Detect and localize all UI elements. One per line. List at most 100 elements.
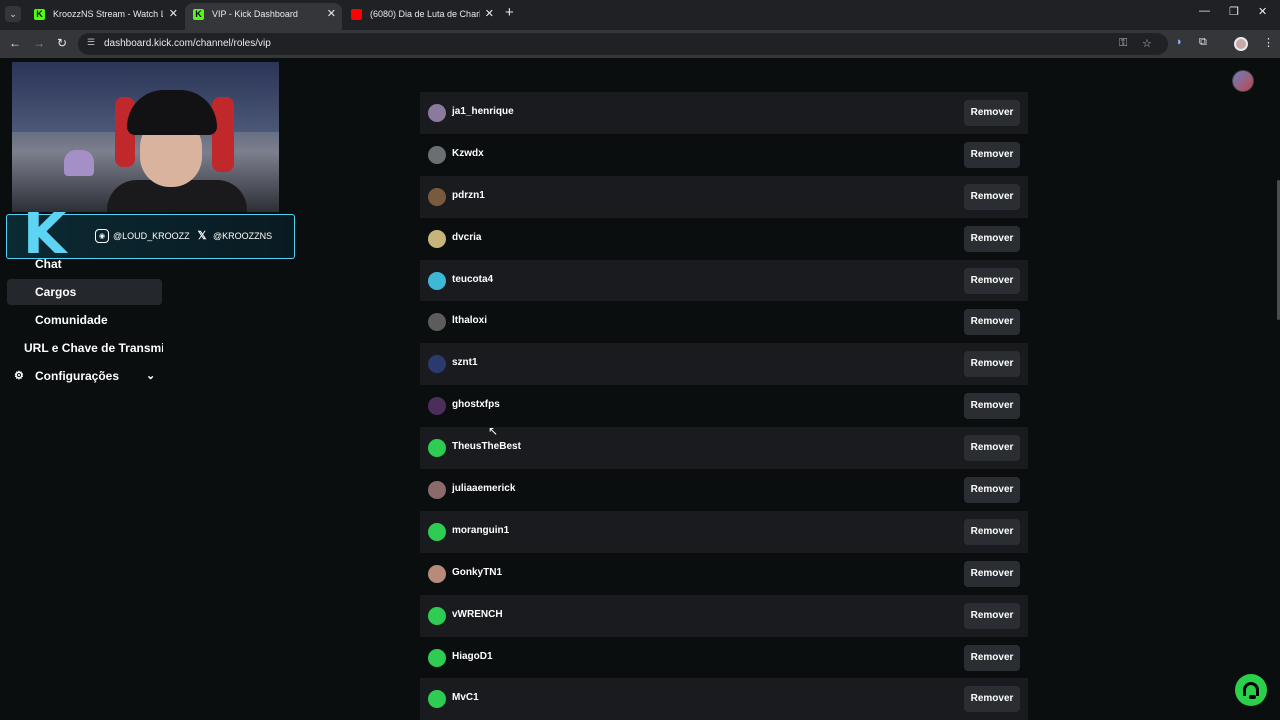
back-button[interactable]: ← [9, 36, 21, 50]
youtube-favicon-icon [351, 9, 362, 20]
gear-icon: ⚙ [14, 370, 24, 382]
member-avatar [428, 564, 446, 583]
member-username[interactable]: TheusTheBest [452, 441, 521, 452]
member-username[interactable]: ghostxfps [452, 399, 500, 410]
member-username[interactable]: GonkyTN1 [452, 567, 502, 578]
remove-button[interactable]: Remover [964, 602, 1020, 629]
key-icon[interactable]: ⚿ [1119, 37, 1127, 50]
social-overlay-card: K ◉ @LOUD_KROOZZ 𝕏 @KROOZZNS [6, 207, 295, 263]
tab-title: KroozzNS Stream - Watch Live o [53, 9, 163, 19]
member-username[interactable]: juliaaemerick [452, 483, 515, 494]
sidebar-item-label: URL e Chave de Transmissão [24, 341, 163, 355]
member-avatar [428, 145, 446, 164]
sidebar-item-label: Comunidade [35, 313, 108, 327]
address-bar[interactable]: ☰ dashboard.kick.com/channel/roles/vip ⚿… [78, 33, 1168, 55]
remove-button[interactable]: Remover [964, 141, 1020, 168]
member-avatar [428, 690, 446, 709]
browser-tab-bar: ⌄ K KroozzNS Stream - Watch Live o ✕ K V… [0, 0, 1280, 30]
sidebar-item-configuracoes[interactable]: ⚙ Configurações ⌄ [0, 363, 162, 389]
instagram-handle: @LOUD_KROOZZ [113, 231, 190, 241]
member-username[interactable]: teucota4 [452, 274, 493, 285]
remove-button[interactable]: Remover [964, 686, 1020, 713]
member-avatar [428, 271, 446, 290]
member-username[interactable]: ja1_henrique [452, 106, 514, 117]
tab-youtube[interactable]: (6080) Dia de Luta de Charles O ✕ [343, 3, 500, 30]
tab-search-button[interactable]: ⌄ [5, 6, 21, 22]
member-username[interactable]: pdrzn1 [452, 190, 485, 201]
instagram-icon: ◉ [95, 229, 109, 243]
extensions-puzzle-icon[interactable]: ⧉ [1199, 36, 1207, 49]
sidebar-item-label: Cargos [35, 285, 77, 299]
webcam-chair [212, 97, 234, 172]
member-row: lthaloxi Remover [420, 301, 1028, 343]
restore-button[interactable]: ❐ [1229, 5, 1239, 18]
member-avatar [428, 313, 446, 332]
remove-button[interactable]: Remover [964, 183, 1020, 210]
member-row: HiagoD1 Remover [420, 637, 1028, 679]
member-row: TheusTheBest Remover [420, 427, 1028, 470]
member-username[interactable]: MvC1 [452, 692, 479, 703]
remove-button[interactable]: Remover [964, 267, 1020, 294]
site-info-icon[interactable]: ☰ [87, 37, 95, 48]
sidebar-item-label: Configurações [35, 369, 120, 383]
support-chat-button[interactable] [1235, 674, 1267, 706]
remove-button[interactable]: Remover [964, 351, 1020, 378]
bookmark-star-icon[interactable]: ☆ [1142, 37, 1152, 50]
member-avatar [428, 187, 446, 206]
mouse-cursor-icon: ↖ [488, 424, 499, 438]
member-avatar [428, 229, 446, 248]
close-tab-icon[interactable]: ✕ [169, 3, 178, 26]
member-username[interactable]: dvcria [452, 232, 481, 243]
member-avatar [428, 439, 446, 458]
browser-toolbar: ← → ↻ ☰ dashboard.kick.com/channel/roles… [0, 30, 1280, 58]
remove-button[interactable]: Remover [964, 477, 1020, 504]
member-row: ghostxfps Remover [420, 385, 1028, 427]
tab-vip-dashboard[interactable]: K VIP - Kick Dashboard ✕ [185, 3, 342, 30]
kick-favicon-icon: K [193, 9, 204, 20]
member-username[interactable]: lthaloxi [452, 315, 487, 326]
close-tab-icon[interactable]: ✕ [485, 3, 494, 26]
reload-button[interactable]: ↻ [57, 36, 67, 50]
member-row: GonkyTN1 Remover [420, 553, 1028, 595]
member-row: MvC1 Remover [420, 678, 1028, 720]
tab-kick-stream[interactable]: K KroozzNS Stream - Watch Live o ✕ [26, 3, 184, 30]
close-window-button[interactable]: ✕ [1258, 5, 1267, 18]
member-row: vWRENCH Remover [420, 594, 1028, 637]
twitter-handle: @KROOZZNS [213, 231, 273, 241]
new-tab-button[interactable]: + [505, 4, 514, 21]
x-twitter-icon: 𝕏 [197, 230, 207, 242]
close-tab-icon[interactable]: ✕ [327, 3, 336, 26]
remove-button[interactable]: Remover [964, 644, 1020, 671]
minimize-button[interactable]: — [1199, 5, 1210, 17]
member-username[interactable]: sznt1 [452, 357, 478, 368]
member-row: ja1_henrique Remover [420, 92, 1028, 134]
remove-button[interactable]: Remover [964, 518, 1020, 545]
extension-icon[interactable]: ◗ [1176, 36, 1183, 48]
member-username[interactable]: HiagoD1 [452, 651, 493, 662]
member-row: juliaaemerick Remover [420, 469, 1028, 511]
remove-button[interactable]: Remover [964, 560, 1020, 587]
sidebar-item-stream-key[interactable]: URL e Chave de Transmissão [24, 335, 163, 361]
remove-button[interactable]: Remover [964, 393, 1020, 420]
url-text: dashboard.kick.com/channel/roles/vip [104, 38, 271, 49]
remove-button[interactable]: Remover [964, 100, 1020, 126]
user-avatar[interactable] [1232, 70, 1254, 92]
remove-button[interactable]: Remover [964, 225, 1020, 252]
profile-avatar-icon[interactable] [1234, 37, 1248, 51]
member-avatar [428, 648, 446, 667]
remove-button[interactable]: Remover [964, 435, 1020, 462]
member-avatar [428, 397, 446, 416]
member-username[interactable]: Kzwdx [452, 148, 484, 159]
sidebar-item-comunidade[interactable]: Comunidade [35, 307, 162, 333]
tab-title: (6080) Dia de Luta de Charles O [370, 9, 480, 19]
kroozz-logo: K [23, 202, 67, 267]
sidebar-item-cargos[interactable]: Cargos [7, 279, 162, 305]
remove-button[interactable]: Remover [964, 309, 1020, 336]
member-username[interactable]: vWRENCH [452, 609, 503, 620]
member-username[interactable]: moranguin1 [452, 525, 509, 536]
forward-button[interactable]: → [33, 36, 45, 50]
chevron-down-icon[interactable]: ⌄ [146, 363, 155, 389]
browser-menu-icon[interactable]: ⋮ [1263, 36, 1274, 49]
kick-favicon-icon: K [34, 9, 45, 20]
tab-title: VIP - Kick Dashboard [212, 9, 298, 19]
